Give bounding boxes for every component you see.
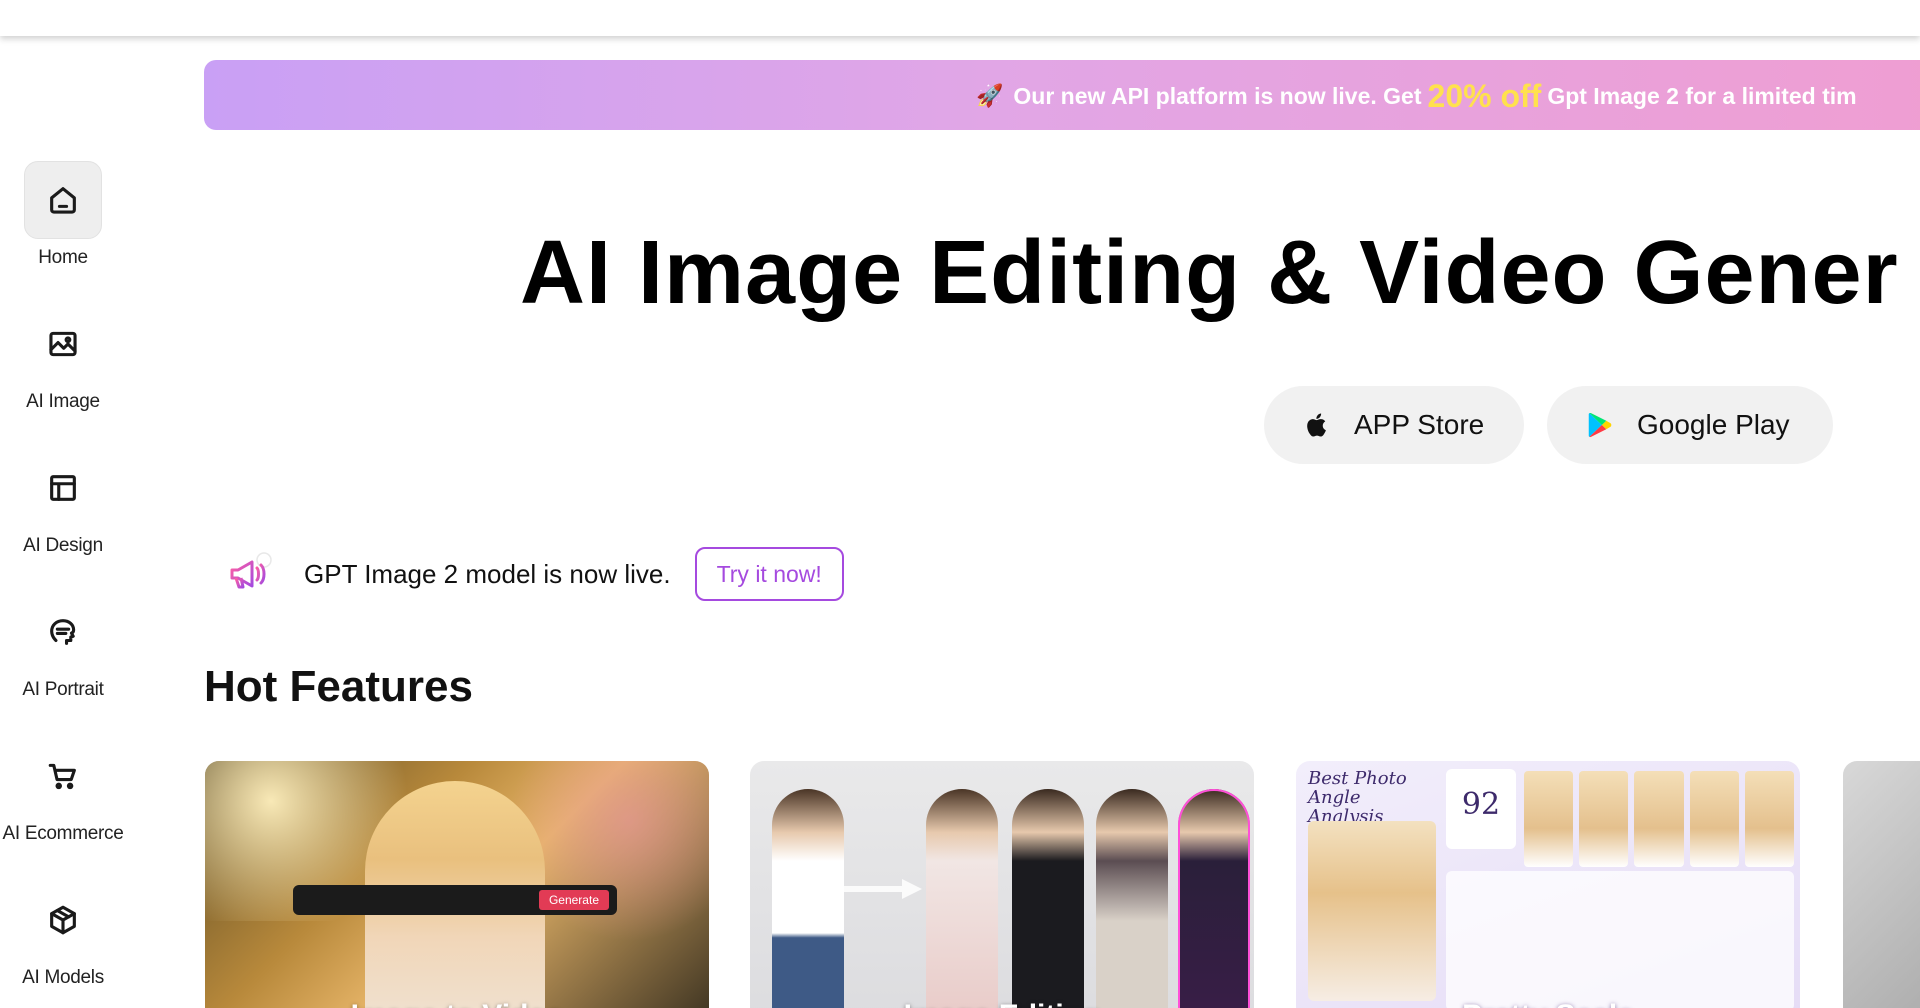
promo-discount: 20% off [1427, 77, 1542, 114]
sidebar-item-label: AI Portrait [22, 679, 104, 700]
sidebar-item-home[interactable]: Home [0, 161, 126, 281]
card-art-score: 92 [1446, 769, 1516, 849]
card-art [926, 789, 998, 1008]
sidebar-item-ai-design[interactable]: AI Design [0, 449, 126, 569]
sidebar-item-label: AI Design [23, 535, 103, 556]
app-store-button[interactable]: APP Store [1264, 386, 1524, 464]
page-title: AI Image Editing & Video Gener [520, 223, 1899, 323]
feature-card-pretty-scale[interactable]: Best Photo Angle Analysis 92 Pretty Scal… [1296, 761, 1800, 1008]
generate-badge: Generate [538, 890, 609, 910]
promo-text: 🚀 Our new API platform is now live. Get … [976, 78, 1857, 114]
card-art [1524, 771, 1795, 867]
announcement-bar: GPT Image 2 model is now live. Try it no… [226, 544, 844, 604]
layout-icon [24, 449, 102, 527]
card-art [842, 879, 922, 899]
google-play-label: Google Play [1637, 409, 1790, 440]
card-art-heading: Best Photo Angle Analysis [1308, 768, 1407, 827]
prompt-bar: Generate [293, 885, 617, 915]
home-icon [24, 161, 102, 239]
promo-suffix: Gpt Image 2 for a limited tim [1547, 82, 1857, 109]
sidebar-item-ai-image[interactable]: AI Image [0, 305, 126, 425]
card-art [772, 789, 844, 1008]
hot-features-heading: Hot Features [204, 662, 473, 711]
cube-icon [24, 881, 102, 959]
card-title: Image Editing [750, 999, 1254, 1008]
app-store-label: APP Store [1354, 409, 1485, 440]
card-art [1012, 789, 1084, 1008]
card-title: Pretty Scale [1296, 999, 1800, 1008]
google-play-button[interactable]: Google Play [1547, 386, 1833, 464]
card-art [1178, 789, 1250, 1008]
announcement-text: GPT Image 2 model is now live. [304, 558, 671, 589]
image-icon [24, 305, 102, 383]
face-profile-icon [24, 593, 102, 671]
sidebar-item-label: AI Ecommerce [2, 823, 124, 844]
sidebar-item-label: AI Models [22, 967, 104, 988]
feature-card-image-to-video[interactable]: Generate Image to Video [205, 761, 709, 1008]
sidebar-item-ai-ecommerce[interactable]: AI Ecommerce [0, 737, 126, 857]
sidebar-item-label: AI Image [26, 391, 100, 412]
page: Home AI Image AI Design AI Portrait AI E… [0, 0, 1920, 1008]
rocket-icon: 🚀 [976, 83, 1004, 108]
cart-icon [24, 737, 102, 815]
card-art [1308, 821, 1436, 1001]
card-art [1446, 871, 1794, 1008]
feature-card-partial[interactable] [1843, 761, 1920, 1008]
sidebar-item-ai-portrait[interactable]: AI Portrait [0, 593, 126, 713]
sidebar-item-label: Home [38, 247, 88, 268]
megaphone-icon [226, 550, 274, 598]
sidebar: Home AI Image AI Design AI Portrait AI E… [0, 36, 130, 1008]
top-header [0, 0, 1920, 36]
card-title: Image to Video [205, 999, 709, 1008]
apple-icon [1307, 413, 1326, 437]
promo-prefix: Our new API platform is now live. Get [1013, 82, 1422, 109]
feature-card-image-editing[interactable]: Image Editing [750, 761, 1254, 1008]
sidebar-item-ai-models[interactable]: AI Models [0, 881, 126, 1001]
promo-banner[interactable]: 🚀 Our new API platform is now live. Get … [204, 60, 1920, 130]
google-play-icon [1588, 412, 1612, 438]
try-it-now-button[interactable]: Try it now! [694, 547, 844, 601]
card-art [1096, 789, 1168, 1008]
